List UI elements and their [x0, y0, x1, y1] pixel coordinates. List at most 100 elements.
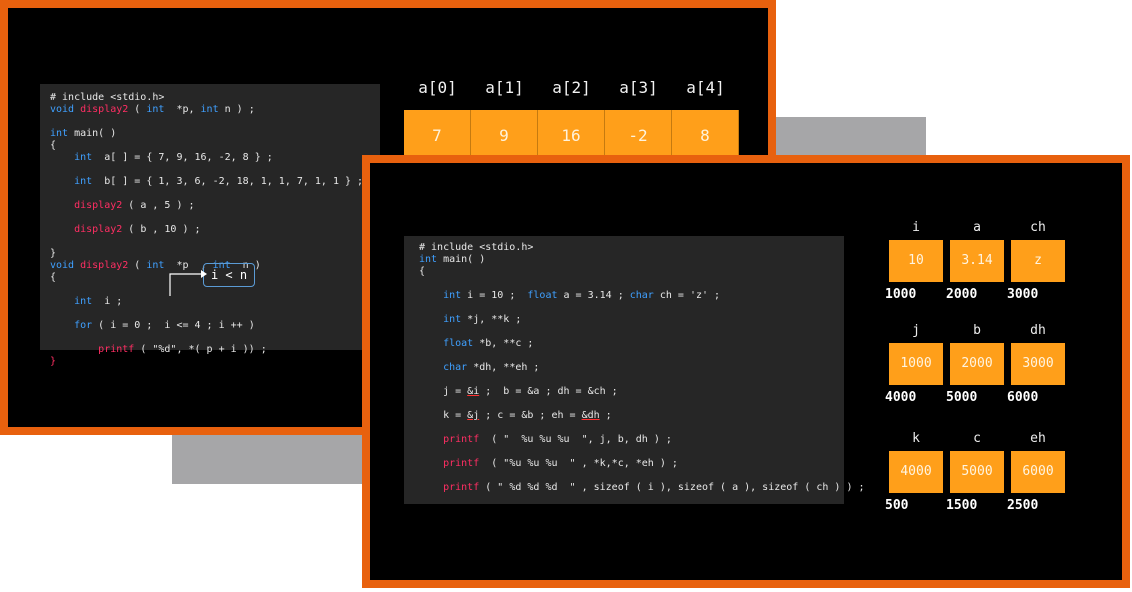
code-token: *p, — [164, 104, 201, 115]
slide-pointers-memory: # include <stdio.h> int main( ){ int i = … — [362, 155, 1130, 588]
code-token: # include <stdio.h> — [50, 92, 165, 103]
memory-cell: 4000 — [889, 451, 943, 493]
memory-address: 3000 — [1007, 287, 1039, 302]
code-token: ( i = 0 ; i <= 4 ; i ++ ) — [92, 320, 255, 331]
array-index-label: a[0] — [418, 78, 457, 97]
code-line: printf ( " %u %u %u ", j, b, dh ) ; — [419, 434, 672, 446]
code-line: int main( ) — [419, 254, 485, 266]
variable-name-label: j — [912, 323, 920, 338]
code-token: ; c = &b ; eh = — [479, 410, 582, 421]
code-token: float — [527, 290, 558, 301]
code-token: &i — [467, 386, 480, 397]
code-token: for — [74, 320, 93, 331]
code-line: int b[ ] = { 1, 3, 6, -2, 18, 1, 1, 7, 1… — [50, 176, 363, 188]
code-token: { — [50, 140, 57, 151]
code-token: int — [443, 290, 462, 301]
code-token: ( — [128, 104, 147, 115]
memory-cell: 2000 — [950, 343, 1004, 385]
code-token: ( "%d", *( p + i )) ; — [134, 344, 267, 355]
code-line: { — [419, 266, 425, 278]
code-line: printf ( "%u %u %u " , *k,*c, *eh ) ; — [419, 458, 678, 470]
code-token: int — [200, 104, 219, 115]
code-line: { — [50, 272, 56, 284]
code-line: int main( ) — [50, 128, 116, 140]
code-token: int — [74, 176, 93, 187]
code-line: j = &i ; b = &a ; dh = &ch ; — [419, 386, 618, 398]
code-token: int — [50, 128, 69, 139]
memory-cell: 10 — [889, 240, 943, 282]
code-token: main( ) — [437, 254, 486, 265]
code-token: printf — [98, 344, 135, 355]
code-token: ( " %u %u %u ", j, b, dh ) ; — [479, 434, 672, 445]
code-token: printf — [443, 458, 480, 469]
code-token: ; b = &a ; dh = &ch ; — [479, 386, 618, 397]
code-token: display2 — [80, 104, 129, 115]
code-token: int — [74, 152, 93, 163]
memory-address: 4000 — [885, 390, 917, 405]
code-token: int — [146, 104, 165, 115]
memory-address: 1000 — [885, 287, 917, 302]
code-line: int i ; — [50, 296, 122, 308]
code-token: int — [74, 296, 93, 307]
code-token: k = — [419, 410, 468, 421]
code-token: ( " %d %d %d " , sizeof ( i ), sizeof ( … — [479, 482, 865, 493]
callout-arrow — [169, 270, 207, 296]
memory-cell: 1000 — [889, 343, 943, 385]
variable-name-label: eh — [1030, 431, 1046, 446]
code-token: display2 — [74, 200, 123, 211]
code-panel-pointers: # include <stdio.h> int main( ){ int i = … — [404, 236, 865, 504]
code-line: for ( i = 0 ; i <= 4 ; i ++ ) — [50, 320, 255, 332]
gray-backdrop-lower — [172, 432, 366, 484]
code-line: printf ( "%d", *( p + i )) ; — [50, 344, 267, 356]
code-token: ( "%u %u %u " , *k,*c, *eh ) ; — [479, 458, 678, 469]
code-token: ch = 'z' ; — [653, 290, 721, 301]
code-line: int i = 10 ; float a = 3.14 ; char ch = … — [419, 290, 720, 302]
code-line: display2 ( a , 5 ) ; — [50, 200, 194, 212]
code-token: i ; — [92, 296, 123, 307]
code-token: char — [443, 362, 468, 373]
code-token: # include <stdio.h> — [419, 242, 534, 253]
code-token: { — [50, 272, 57, 283]
code-line: printf ( " %d %d %d " , sizeof ( i ), si… — [419, 482, 865, 494]
code-token: int — [419, 254, 438, 265]
code-token: int — [146, 260, 165, 271]
code-line: display2 ( b , 10 ) ; — [50, 224, 200, 236]
memory-address: 6000 — [1007, 390, 1039, 405]
code-token: &j — [467, 410, 480, 421]
code-line: int a[ ] = { 7, 9, 16, -2, 8 } ; — [50, 152, 273, 164]
memory-cell: z — [1011, 240, 1065, 282]
array-index-label: a[3] — [619, 78, 658, 97]
code-token: void — [50, 104, 81, 115]
code-token: display2 — [74, 224, 123, 235]
code-token: char — [629, 290, 654, 301]
memory-address: 500 — [885, 498, 909, 513]
code-token: i = 10 ; — [461, 290, 528, 301]
memory-address: 2500 — [1007, 498, 1039, 513]
variable-name-label: k — [912, 431, 920, 446]
code-line: # include <stdio.h> — [50, 92, 164, 104]
code-token: ; — [599, 410, 612, 421]
code-token: *dh, **eh ; — [467, 362, 540, 373]
code-token: void — [50, 260, 81, 271]
code-token: int — [443, 314, 462, 325]
variable-name-label: a — [973, 220, 981, 235]
memory-cell: 6000 — [1011, 451, 1065, 493]
memory-address: 1500 — [946, 498, 978, 513]
variable-name-label: dh — [1030, 323, 1046, 338]
code-token: b[ ] = { 1, 3, 6, -2, 18, 1, 1, 7, 1, 1 … — [92, 176, 364, 187]
code-line: char *dh, **eh ; — [419, 362, 539, 374]
variable-name-label: ch — [1030, 220, 1046, 235]
variable-name-label: b — [973, 323, 981, 338]
memory-cell: 3.14 — [950, 240, 1004, 282]
